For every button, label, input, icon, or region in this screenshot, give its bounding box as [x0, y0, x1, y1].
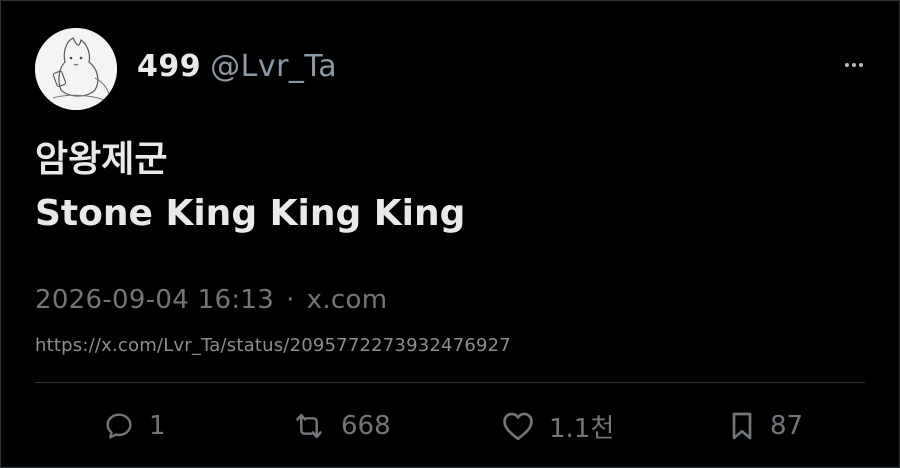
user-handle[interactable]: @Lvr_Ta [210, 49, 337, 84]
repost-button[interactable]: 668 [291, 401, 391, 451]
bookmark-button[interactable]: 87 [728, 401, 803, 451]
source-label: x.com [306, 285, 388, 315]
more-options-icon[interactable] [845, 63, 863, 67]
avatar[interactable] [35, 28, 117, 110]
tweet-card: 499 @Lvr_Ta 암왕제군 Stone King King King 20… [0, 0, 900, 468]
bookmark-count: 87 [770, 411, 804, 441]
post-line-1: 암왕제군 [35, 139, 168, 180]
reply-count: 1 [149, 411, 166, 441]
divider [35, 382, 865, 383]
display-name[interactable]: 499 [137, 49, 201, 84]
heart-icon [503, 412, 533, 441]
post-line-2: Stone King King King [35, 193, 466, 234]
bookmark-icon [732, 412, 752, 440]
timestamp[interactable]: 2026-09-04 16:13 [35, 285, 274, 315]
post-text: 암왕제군 Stone King King King [35, 133, 465, 241]
reply-button[interactable]: 1 [103, 401, 166, 451]
author-header: 499 @Lvr_Ta [137, 49, 337, 84]
avatar-sketch-icon [35, 28, 117, 110]
like-button[interactable]: 1.1천 [501, 401, 614, 451]
reply-icon [106, 413, 132, 439]
action-bar: 1 668 1.1천 87 [1, 401, 900, 451]
meta-separator: · [286, 285, 295, 315]
post-meta: 2026-09-04 16:13 · x.com [35, 285, 387, 315]
status-url[interactable]: https://x.com/Lvr_Ta/status/209577227393… [35, 335, 511, 356]
repost-count: 668 [341, 411, 391, 441]
like-count: 1.1천 [549, 413, 615, 444]
repost-icon [296, 413, 322, 439]
